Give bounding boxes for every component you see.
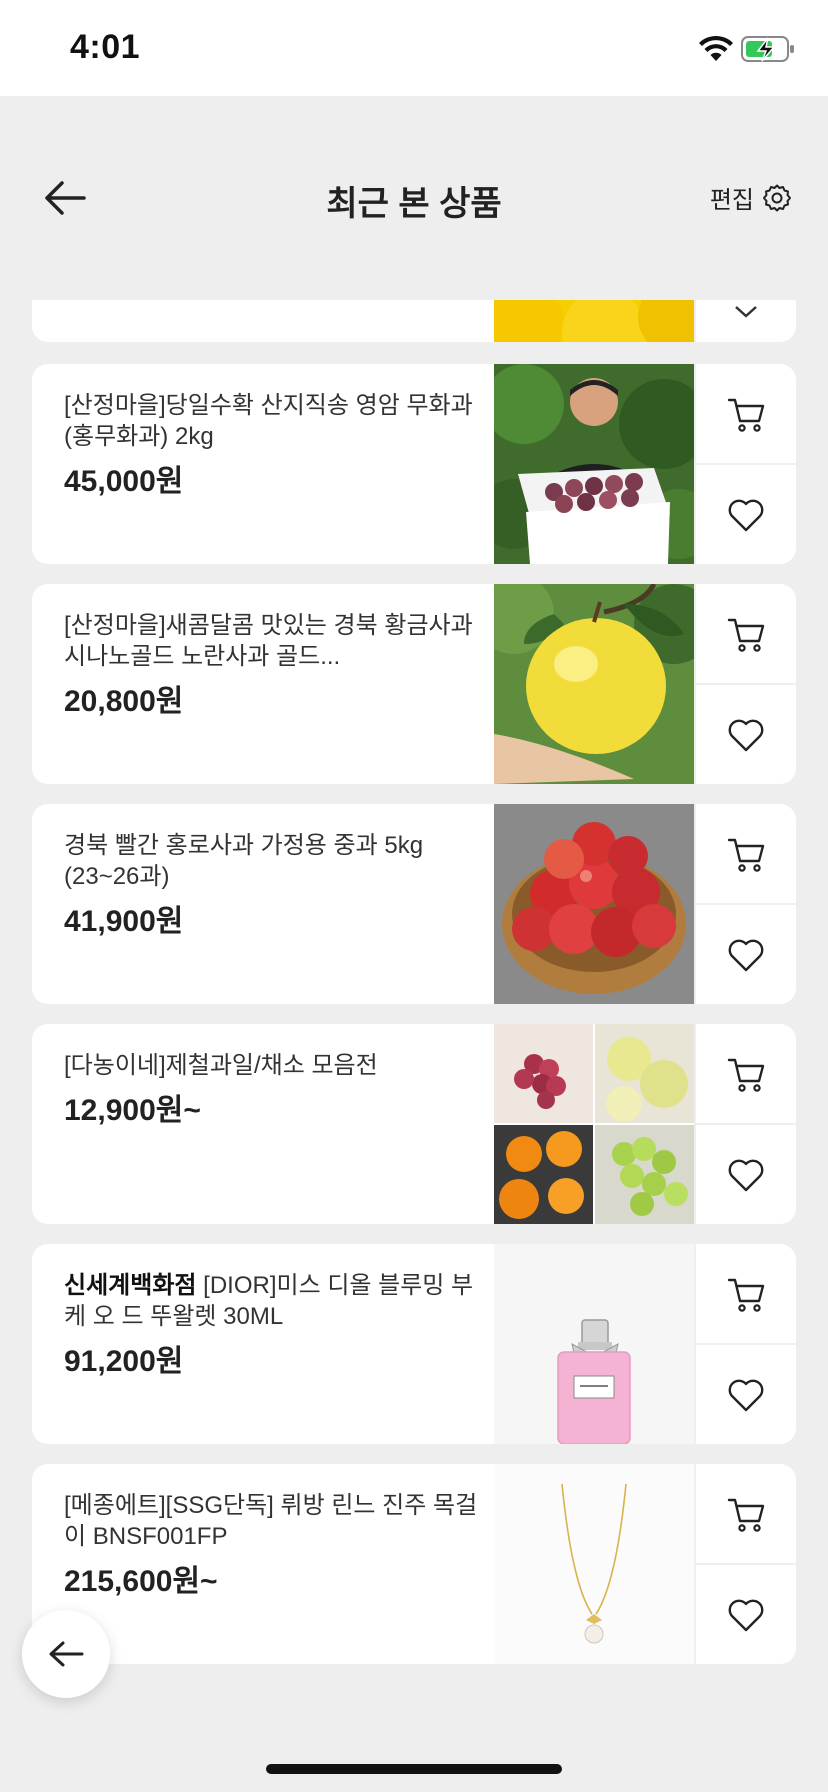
product-image[interactable] bbox=[494, 1024, 694, 1224]
product-card[interactable]: [다농이네]제철과일/채소 모음전 12,900원~ bbox=[32, 1024, 796, 1224]
cart-icon bbox=[727, 838, 765, 872]
product-info[interactable]: 경북 빨간 홍로사과 가정용 중과 5kg (23~26과) 41,900원 bbox=[64, 830, 484, 940]
product-price: 12,900원~ bbox=[64, 1094, 201, 1127]
product-name[interactable]: 경북 빨간 홍로사과 가정용 중과 5kg (23~26과) bbox=[64, 830, 484, 892]
add-to-cart-button[interactable] bbox=[696, 1244, 796, 1343]
add-to-cart-button[interactable] bbox=[696, 584, 796, 683]
heart-icon bbox=[728, 1599, 764, 1631]
fig-farmer-image bbox=[494, 364, 694, 564]
product-name[interactable]: [산정마을]새콤달콤 맛있는 경북 황금사과 시나노골드 노란사과 골드... bbox=[64, 610, 484, 672]
product-name[interactable]: [다농이네]제철과일/채소 모음전 bbox=[64, 1050, 484, 1081]
heart-icon bbox=[728, 719, 764, 751]
page-title: 최근 본 상품 bbox=[326, 185, 502, 223]
wifi-icon bbox=[699, 35, 733, 61]
floating-back-button[interactable] bbox=[22, 1610, 110, 1698]
red-apples-basket-image bbox=[494, 804, 694, 1004]
product-info[interactable]: 신세계백화점 [DIOR]미스 디올 블루밍 부케 오 드 뚜왈렛 30ML 9… bbox=[64, 1270, 484, 1380]
action-column bbox=[694, 1464, 796, 1664]
product-name[interactable]: [메종에트][SSG단독] 뤼방 린느 진주 목걸이 BNSF001FP bbox=[64, 1490, 484, 1552]
status-time: 4:01 bbox=[70, 28, 141, 66]
arrow-left-icon bbox=[49, 1641, 84, 1667]
product-price: 45,000원 bbox=[64, 465, 184, 498]
product-name[interactable]: 신세계백화점 [DIOR]미스 디올 블루밍 부케 오 드 뚜왈렛 30ML bbox=[64, 1270, 484, 1332]
product-image[interactable] bbox=[494, 804, 694, 1004]
product-card[interactable]: [산정마을]당일수확 산지직송 영암 무화과 (홍무화과) 2kg 45,000… bbox=[32, 364, 796, 564]
cart-icon bbox=[727, 1278, 765, 1312]
product-card[interactable]: 신세계백화점 [DIOR]미스 디올 블루밍 부케 오 드 뚜왈렛 30ML 9… bbox=[32, 1244, 796, 1444]
lemons-image bbox=[494, 300, 694, 342]
product-info[interactable]: [다농이네]제철과일/채소 모음전 12,900원~ bbox=[64, 1050, 484, 1129]
edit-label: 편집 bbox=[709, 187, 754, 214]
action-column bbox=[694, 1244, 796, 1444]
product-price: 91,200원 bbox=[64, 1345, 184, 1378]
add-to-cart-button[interactable] bbox=[696, 1464, 796, 1563]
product-info[interactable]: [산정마을]새콤달콤 맛있는 경북 황금사과 시나노골드 노란사과 골드... … bbox=[64, 610, 484, 720]
product-title: 경북 빨간 홍로사과 가정용 중과 5kg (23~26과) bbox=[64, 832, 424, 890]
product-card[interactable]: [메종에트][SSG단독] 뤼방 린느 진주 목걸이 BNSF001FP 215… bbox=[32, 1464, 796, 1664]
recent-products-list[interactable]: [산정마을]당일수확 산지직송 영암 무화과 (홍무화과) 2kg 45,000… bbox=[0, 300, 828, 1720]
product-info[interactable]: [산정마을]당일수확 산지직송 영암 무화과 (홍무화과) 2kg 45,000… bbox=[64, 390, 484, 500]
product-image[interactable] bbox=[494, 1244, 694, 1444]
product-price: 41,900원 bbox=[64, 905, 184, 938]
product-card-partial[interactable] bbox=[32, 300, 796, 342]
wishlist-button[interactable] bbox=[696, 685, 796, 784]
heart-icon bbox=[728, 939, 764, 971]
wishlist-button[interactable] bbox=[696, 1125, 796, 1224]
pearl-necklace-image bbox=[494, 1464, 694, 1664]
perfume-bottle-image bbox=[494, 1244, 694, 1444]
product-title: [다농이네]제철과일/채소 모음전 bbox=[64, 1052, 378, 1079]
action-column bbox=[694, 300, 796, 342]
gear-icon bbox=[763, 184, 791, 211]
product-title: [산정마을]새콤달콤 맛있는 경북 황금사과 시나노골드 노란사과 골드... bbox=[64, 612, 473, 670]
cart-icon bbox=[727, 1058, 765, 1092]
yellow-apple-image bbox=[494, 584, 694, 784]
product-info[interactable]: [메종에트][SSG단독] 뤼방 린느 진주 목걸이 BNSF001FP 215… bbox=[64, 1490, 484, 1600]
product-price: 20,800원 bbox=[64, 685, 184, 718]
battery-charging-icon bbox=[741, 36, 794, 62]
product-title: [메종에트][SSG단독] 뤼방 린느 진주 목걸이 BNSF001FP bbox=[64, 1492, 478, 1550]
product-card[interactable]: 경북 빨간 홍로사과 가정용 중과 5kg (23~26과) 41,900원 bbox=[32, 804, 796, 1004]
wishlist-button[interactable] bbox=[696, 1565, 796, 1664]
status-bar: 4:01 bbox=[0, 0, 828, 96]
product-image[interactable] bbox=[494, 364, 694, 564]
action-column bbox=[694, 364, 796, 564]
product-image[interactable] bbox=[494, 584, 694, 784]
product-card[interactable]: [산정마을]새콤달콤 맛있는 경북 황금사과 시나노골드 노란사과 골드... … bbox=[32, 584, 796, 784]
action-column bbox=[694, 584, 796, 784]
cart-icon bbox=[727, 618, 765, 652]
action-column bbox=[694, 1024, 796, 1224]
product-price: 215,600원~ bbox=[64, 1565, 218, 1598]
add-to-cart-button[interactable] bbox=[696, 1024, 796, 1123]
home-indicator bbox=[266, 1764, 562, 1774]
chevron-down-icon[interactable] bbox=[730, 302, 762, 322]
action-column bbox=[694, 804, 796, 1004]
product-name[interactable]: [산정마을]당일수확 산지직송 영암 무화과 (홍무화과) 2kg bbox=[64, 390, 484, 452]
header: 최근 본 상품 편집 bbox=[0, 150, 828, 246]
cart-icon bbox=[727, 398, 765, 432]
heart-icon bbox=[728, 1159, 764, 1191]
add-to-cart-button[interactable] bbox=[696, 364, 796, 463]
product-image[interactable] bbox=[494, 1464, 694, 1664]
wishlist-button[interactable] bbox=[696, 465, 796, 564]
wishlist-button[interactable] bbox=[696, 905, 796, 1004]
heart-icon bbox=[728, 499, 764, 531]
product-brand: 신세계백화점 bbox=[64, 1272, 197, 1299]
add-to-cart-button[interactable] bbox=[696, 804, 796, 903]
product-title: [산정마을]당일수확 산지직송 영암 무화과 (홍무화과) 2kg bbox=[64, 392, 473, 450]
product-image[interactable] bbox=[494, 300, 694, 342]
wishlist-button[interactable] bbox=[696, 1345, 796, 1444]
assorted-fruits-image bbox=[494, 1024, 694, 1224]
heart-icon bbox=[728, 1379, 764, 1411]
cart-icon bbox=[727, 1498, 765, 1532]
edit-button[interactable]: 편집 bbox=[710, 180, 792, 215]
